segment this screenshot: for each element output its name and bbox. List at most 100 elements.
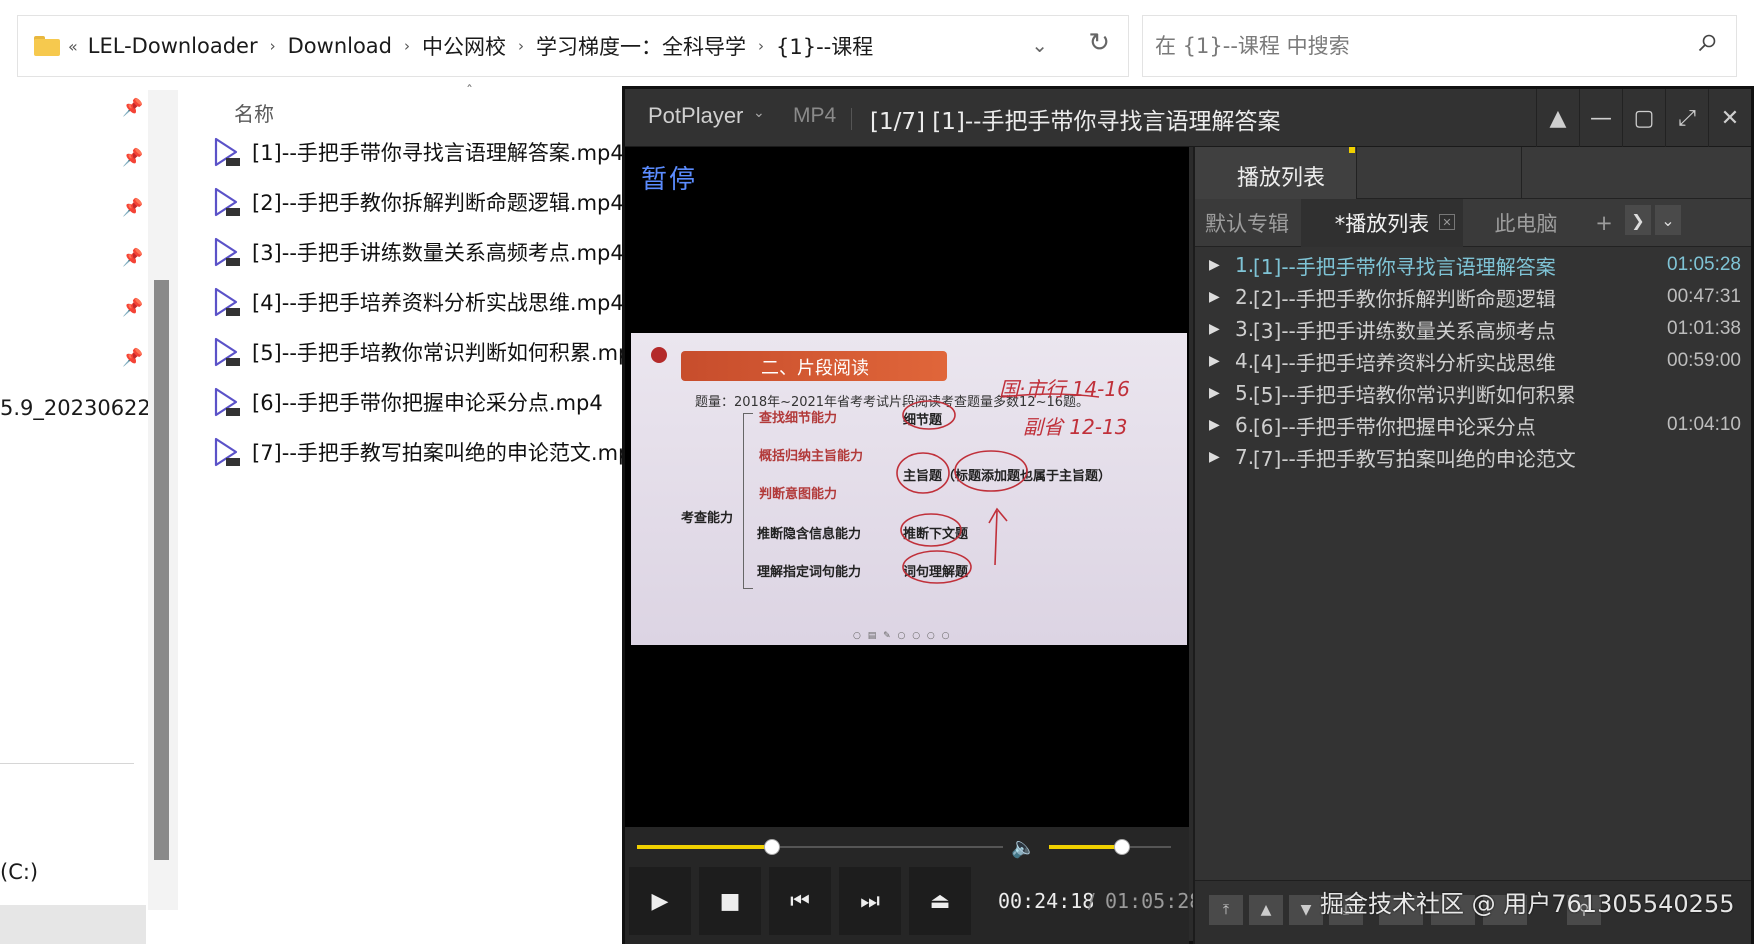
file-row[interactable]: [6]--手把手带你把握申论采分点.mp4: [212, 378, 632, 426]
screen: « LEL-Downloader › Download › 中公网校 › 学习梯度一：全科导…: [0, 0, 1754, 944]
folder-icon: [34, 36, 60, 56]
play-arrow-icon: ▶: [1209, 449, 1220, 465]
control-bar: 🔈 ▶ ■ ⏮ ⏭ ⏏ 00:24:18 / 01:05:28: [625, 827, 1201, 944]
move-up-icon[interactable]: ▲: [1249, 895, 1283, 925]
tab-playlist-header[interactable]: 播放列表: [1195, 147, 1357, 199]
playlist-item[interactable]: ▶ 2. [2]--手把手教你拆解判断命题逻辑 00:47:31: [1195, 281, 1751, 313]
time-total: 01:05:28: [1105, 889, 1202, 913]
chevron-down-icon[interactable]: ⌄: [1655, 205, 1681, 235]
nav-item-selected[interactable]: [0, 905, 146, 944]
chevron-right-icon[interactable]: ❯: [1625, 205, 1651, 235]
play-arrow-icon: ▶: [1209, 289, 1220, 305]
search-input[interactable]: [1143, 16, 1736, 76]
stop-icon[interactable]: ■: [699, 867, 761, 935]
video-frame: 二、片段阅读 题量：2018年~2021年省考考试片段阅读考查题量多数12~16…: [631, 333, 1187, 645]
playback-buttons: ▶ ■ ⏮ ⏭ ⏏: [629, 867, 979, 939]
playlist-item[interactable]: ▶ 7. [7]--手把手教写拍案叫绝的申论范文: [1195, 441, 1751, 473]
file-row[interactable]: [2]--手把手教你拆解判断命题逻辑.mp4: [212, 178, 632, 226]
video-file-icon: [214, 437, 240, 467]
breadcrumb-separator-icon[interactable]: ›: [758, 37, 764, 55]
pin-icon[interactable]: 📌: [122, 198, 143, 218]
search-icon[interactable]: [1698, 34, 1716, 52]
nav-item-partial[interactable]: 5.9_20230622_: [0, 396, 161, 420]
breadcrumb-item[interactable]: 中公网校: [422, 31, 506, 61]
breadcrumb-item[interactable]: 学习梯度一：全科导学: [536, 31, 746, 61]
playlist-item[interactable]: ▶ 4. [4]--手把手培养资料分析实战思维 00:59:00: [1195, 345, 1751, 377]
breadcrumb-separator-icon[interactable]: ›: [518, 37, 524, 55]
nav-divider: [0, 763, 134, 764]
maximize-icon[interactable]: ▢: [1622, 89, 1665, 147]
pin-icon[interactable]: 📌: [122, 298, 143, 318]
close-tab-icon[interactable]: ✕: [1439, 214, 1455, 230]
playlist-item-index: 1.: [1235, 253, 1255, 277]
sort-ascending-icon: ˆ: [466, 84, 473, 100]
close-icon[interactable]: ✕: [1708, 89, 1751, 147]
playlist-item-index: 2.: [1235, 285, 1255, 309]
move-down-icon[interactable]: ▼: [1289, 895, 1323, 925]
file-name: [1]--手把手带你寻找言语理解答案.mp4: [252, 141, 624, 165]
video-file-icon: [214, 237, 240, 267]
next-icon[interactable]: ⏭: [839, 867, 901, 935]
breadcrumb-item[interactable]: LEL-Downloader: [88, 34, 258, 58]
pin-icon[interactable]: 📌: [122, 148, 143, 168]
pin-icon[interactable]: 📌: [122, 248, 143, 268]
breadcrumb: « LEL-Downloader › Download › 中公网校 › 学习梯度一：全科导…: [68, 31, 873, 61]
tab-default-album[interactable]: 默认专辑: [1195, 199, 1299, 247]
playlist-item-title: [5]--手把手培教你常识判断如何积累: [1253, 382, 1576, 407]
player-titlebar[interactable]: PotPlayer ⌄ MP4 [1/7] [1]--手把手带你寻找言语理解答案…: [625, 89, 1751, 147]
playlist-item[interactable]: ▶ 3. [3]--手把手讲练数量关系高频考点 01:01:38: [1195, 313, 1751, 345]
move-top-icon[interactable]: ⤒: [1209, 895, 1243, 925]
address-bar[interactable]: « LEL-Downloader › Download › 中公网校 › 学习梯度一：全科导…: [17, 15, 1129, 77]
video-file-icon: [214, 287, 240, 317]
video-file-icon: [214, 137, 240, 167]
previous-icon[interactable]: ⏮: [769, 867, 831, 935]
time-current: 00:24:18: [998, 889, 1095, 913]
playlist-item-title: [7]--手把手教写拍案叫绝的申论范文: [1253, 446, 1576, 471]
minimize-icon[interactable]: —: [1579, 89, 1622, 147]
tab-this-pc[interactable]: 此电脑: [1467, 199, 1585, 247]
volume-handle[interactable]: [1114, 839, 1131, 855]
file-name: [4]--手把手培养资料分析实战思维.mp4: [252, 291, 624, 315]
eject-icon[interactable]: ⏏: [909, 867, 971, 935]
breadcrumb-item[interactable]: {1}--课程: [776, 31, 873, 61]
play-arrow-icon: ▶: [1209, 257, 1220, 273]
file-row[interactable]: [7]--手把手教写拍案叫绝的申论范文.mp4: [212, 428, 632, 476]
playlist-header-divider: [1521, 147, 1522, 199]
playlist-item-title: [4]--手把手培养资料分析实战思维: [1253, 350, 1556, 375]
tab-add[interactable]: +: [1589, 199, 1619, 247]
file-row[interactable]: [1]--手把手带你寻找言语理解答案.mp4: [212, 128, 632, 176]
file-row[interactable]: [5]--手把手培教你常识判断如何积累.mp4: [212, 328, 632, 376]
play-icon[interactable]: ▶: [629, 867, 691, 935]
refresh-icon[interactable]: ↻: [1088, 28, 1110, 58]
search-box[interactable]: [1142, 15, 1737, 77]
fullscreen-icon[interactable]: ⤢: [1665, 89, 1708, 147]
potplayer-menu-button[interactable]: PotPlayer: [648, 103, 743, 129]
file-row[interactable]: [3]--手把手讲练数量关系高频考点.mp4: [212, 228, 632, 276]
seek-handle[interactable]: [764, 839, 781, 855]
playlist-item[interactable]: ▶ 5. [5]--手把手培教你常识判断如何积累: [1195, 377, 1751, 409]
playlist-item-duration: 00:59:00: [1667, 350, 1741, 371]
pin-icon[interactable]: 📌: [122, 348, 143, 368]
breadcrumb-separator-icon[interactable]: ›: [270, 37, 276, 55]
playlist-item-index: 6.: [1235, 413, 1255, 437]
pin-on-top-icon[interactable]: ▲: [1536, 89, 1579, 147]
scrollbar-thumb[interactable]: [154, 280, 169, 860]
breadcrumb-overflow-icon[interactable]: «: [68, 37, 78, 56]
nav-item-drive-c[interactable]: (C:): [0, 860, 38, 884]
column-header-name[interactable]: 名称: [234, 98, 274, 127]
playlist-item[interactable]: ▶ 1. [1]--手把手带你寻找言语理解答案 01:05:28: [1195, 249, 1751, 281]
volume-icon[interactable]: 🔈: [1011, 835, 1036, 859]
pin-icon[interactable]: 📌: [122, 98, 143, 118]
playlist-header-label: 播放列表: [1237, 166, 1326, 191]
video-area[interactable]: 暂停 二、片段阅读 题量：2018年~2021年省考考试片段阅读考查题量多数12…: [625, 147, 1189, 827]
potplayer-window: PotPlayer ⌄ MP4 [1/7] [1]--手把手带你寻找言语理解答案…: [622, 86, 1754, 944]
chevron-down-icon[interactable]: ⌄: [753, 105, 765, 121]
playlist-item[interactable]: ▶ 6. [6]--手把手带你把握申论采分点 01:04:10: [1195, 409, 1751, 441]
breadcrumb-item[interactable]: Download: [288, 34, 392, 58]
file-name: [2]--手把手教你拆解判断命题逻辑.mp4: [252, 191, 624, 215]
playlist-item-index: 4.: [1235, 349, 1255, 373]
breadcrumb-separator-icon[interactable]: ›: [404, 37, 410, 55]
slide-toolbar-icons: ○ ▤ ✎ ○ ○ ○ ○: [853, 631, 952, 641]
chevron-down-icon[interactable]: ⌄: [1031, 33, 1048, 57]
file-row[interactable]: [4]--手把手培养资料分析实战思维.mp4: [212, 278, 632, 326]
